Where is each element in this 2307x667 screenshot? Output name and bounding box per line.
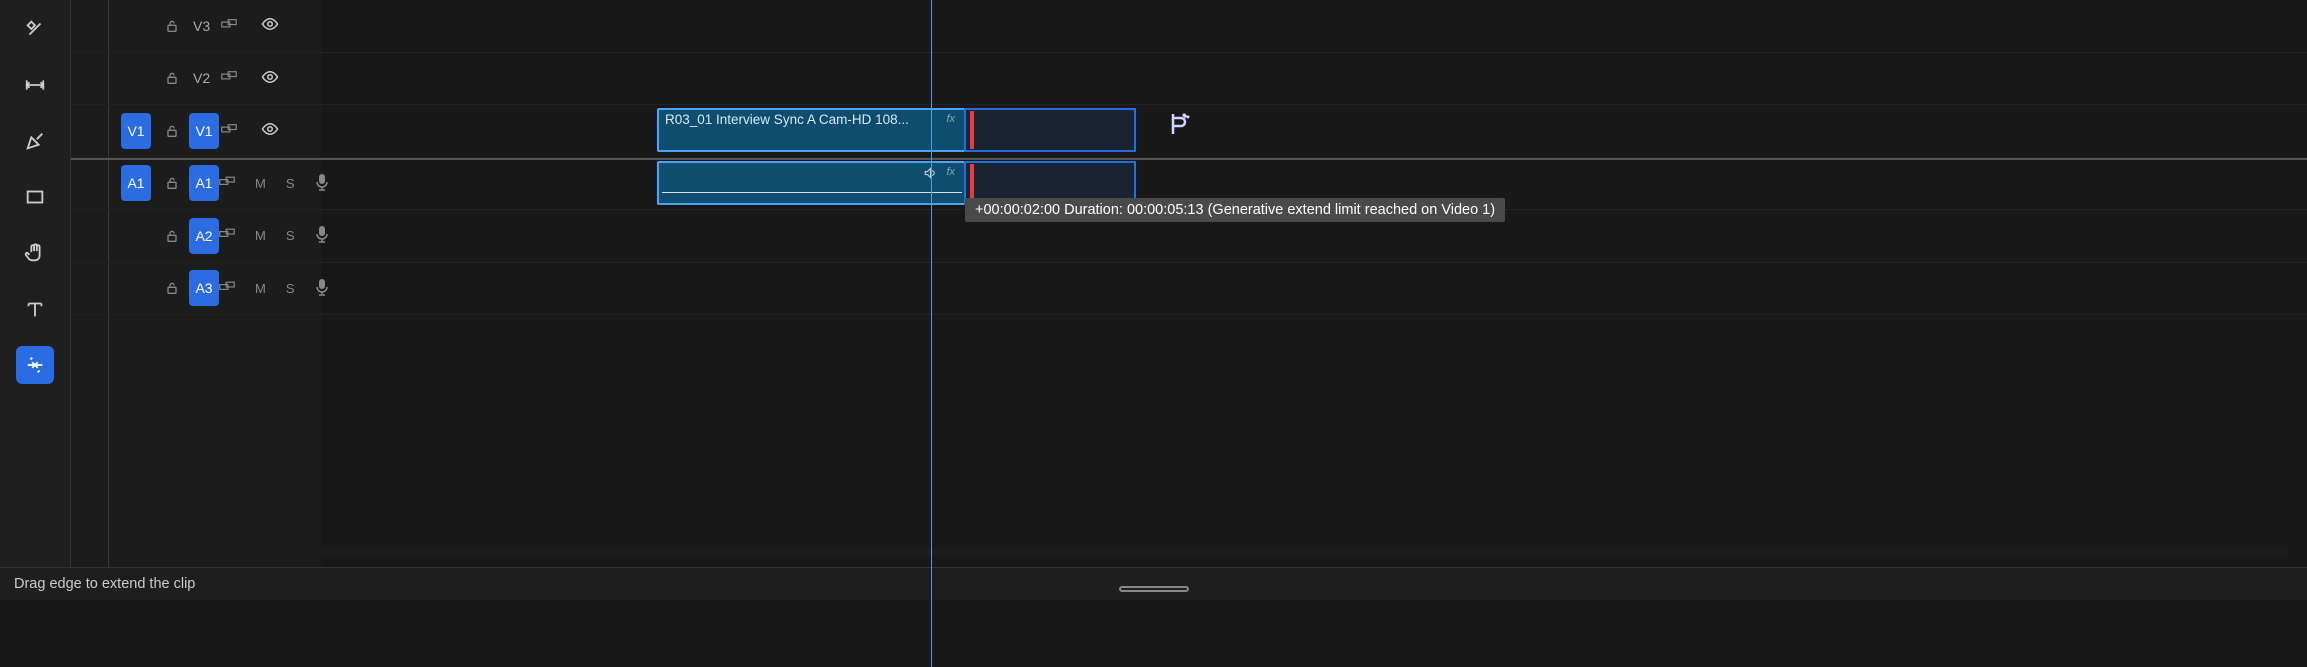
eye-icon[interactable] xyxy=(261,120,279,141)
solo-toggle[interactable]: S xyxy=(286,228,295,243)
va-divider xyxy=(71,158,2307,160)
lock-icon[interactable] xyxy=(161,123,183,139)
track-label: V3 xyxy=(193,18,223,34)
pen-tool[interactable] xyxy=(16,122,54,160)
track-lane-a3[interactable] xyxy=(321,263,2307,316)
playhead[interactable] xyxy=(931,0,932,667)
sync-lock-icon[interactable] xyxy=(219,176,235,191)
generative-extend-cursor-icon xyxy=(1165,110,1193,141)
track-header-a1[interactable]: A1 A1 M S xyxy=(71,158,321,211)
status-text: Drag edge to extend the clip xyxy=(14,576,195,592)
track-lane-v2[interactable] xyxy=(321,53,2307,106)
fx-badge: fx xyxy=(946,166,955,178)
voiceover-icon[interactable] xyxy=(315,278,329,299)
clip-label: R03_01 Interview Sync A Cam-HD 108... xyxy=(659,110,965,129)
type-tool[interactable] xyxy=(16,290,54,328)
track-label: V2 xyxy=(193,70,223,86)
remix-tool[interactable] xyxy=(16,346,54,384)
mute-toggle[interactable]: M xyxy=(255,176,266,191)
edit-marker xyxy=(970,164,974,202)
solo-toggle[interactable]: S xyxy=(286,176,295,191)
edit-marker xyxy=(970,111,974,149)
sync-lock-icon[interactable] xyxy=(219,228,235,243)
source-patch-v1[interactable]: V1 xyxy=(121,113,151,149)
track-headers: V3 V2 xyxy=(71,0,321,567)
mute-toggle[interactable]: M xyxy=(255,228,266,243)
lock-icon[interactable] xyxy=(161,228,183,244)
fx-badge: fx xyxy=(946,113,955,125)
sync-lock-icon[interactable] xyxy=(221,18,237,33)
trim-tooltip: +00:00:02:00 Duration: 00:00:05:13 (Gene… xyxy=(965,198,1505,222)
track-header-a2[interactable]: A2 M S xyxy=(71,210,321,263)
track-header-v1[interactable]: V1 V1 xyxy=(71,105,321,158)
track-header-v2[interactable]: V2 xyxy=(71,53,321,106)
timeline-panel: V3 V2 xyxy=(70,0,2307,567)
track-header-a3[interactable]: A3 M S xyxy=(71,263,321,316)
video-clip[interactable]: R03_01 Interview Sync A Cam-HD 108... fx xyxy=(657,108,967,152)
eye-icon[interactable] xyxy=(261,68,279,89)
track-target-a3[interactable]: A3 xyxy=(189,270,219,306)
lock-icon[interactable] xyxy=(161,280,183,296)
sync-lock-icon[interactable] xyxy=(221,71,237,86)
voiceover-icon[interactable] xyxy=(315,225,329,246)
track-header-v3[interactable]: V3 xyxy=(71,0,321,53)
track-target-a1[interactable]: A1 xyxy=(189,165,219,201)
timeline-content[interactable]: R03_01 Interview Sync A Cam-HD 108... fx… xyxy=(321,0,2307,567)
track-target-v1[interactable]: V1 xyxy=(189,113,219,149)
voiceover-indicator-icon xyxy=(923,167,935,182)
audio-waveform-line xyxy=(662,192,962,193)
timeline-scrollbar[interactable] xyxy=(131,547,2287,557)
sync-lock-icon[interactable] xyxy=(221,123,237,138)
audio-clip[interactable]: fx xyxy=(657,161,967,205)
sync-lock-icon[interactable] xyxy=(219,281,235,296)
voiceover-icon[interactable] xyxy=(315,173,329,194)
resize-handle[interactable] xyxy=(1119,586,1189,592)
razor-tool[interactable] xyxy=(16,10,54,48)
track-lane-v3[interactable] xyxy=(321,0,2307,53)
mute-toggle[interactable]: M xyxy=(255,281,266,296)
track-target-a2[interactable]: A2 xyxy=(189,218,219,254)
lock-icon[interactable] xyxy=(161,18,183,34)
solo-toggle[interactable]: S xyxy=(286,281,295,296)
eye-icon[interactable] xyxy=(261,15,279,36)
lock-icon[interactable] xyxy=(161,175,183,191)
ripple-edit-tool[interactable] xyxy=(16,66,54,104)
tool-palette xyxy=(0,0,70,567)
hand-tool[interactable] xyxy=(16,234,54,272)
lock-icon[interactable] xyxy=(161,70,183,86)
source-patch-a1[interactable]: A1 xyxy=(121,165,151,201)
status-bar: Drag edge to extend the clip xyxy=(0,567,2307,600)
clip-extend-ghost[interactable] xyxy=(964,108,1136,152)
rectangle-tool[interactable] xyxy=(16,178,54,216)
track-lane-v1[interactable]: R03_01 Interview Sync A Cam-HD 108... fx xyxy=(321,105,2307,158)
